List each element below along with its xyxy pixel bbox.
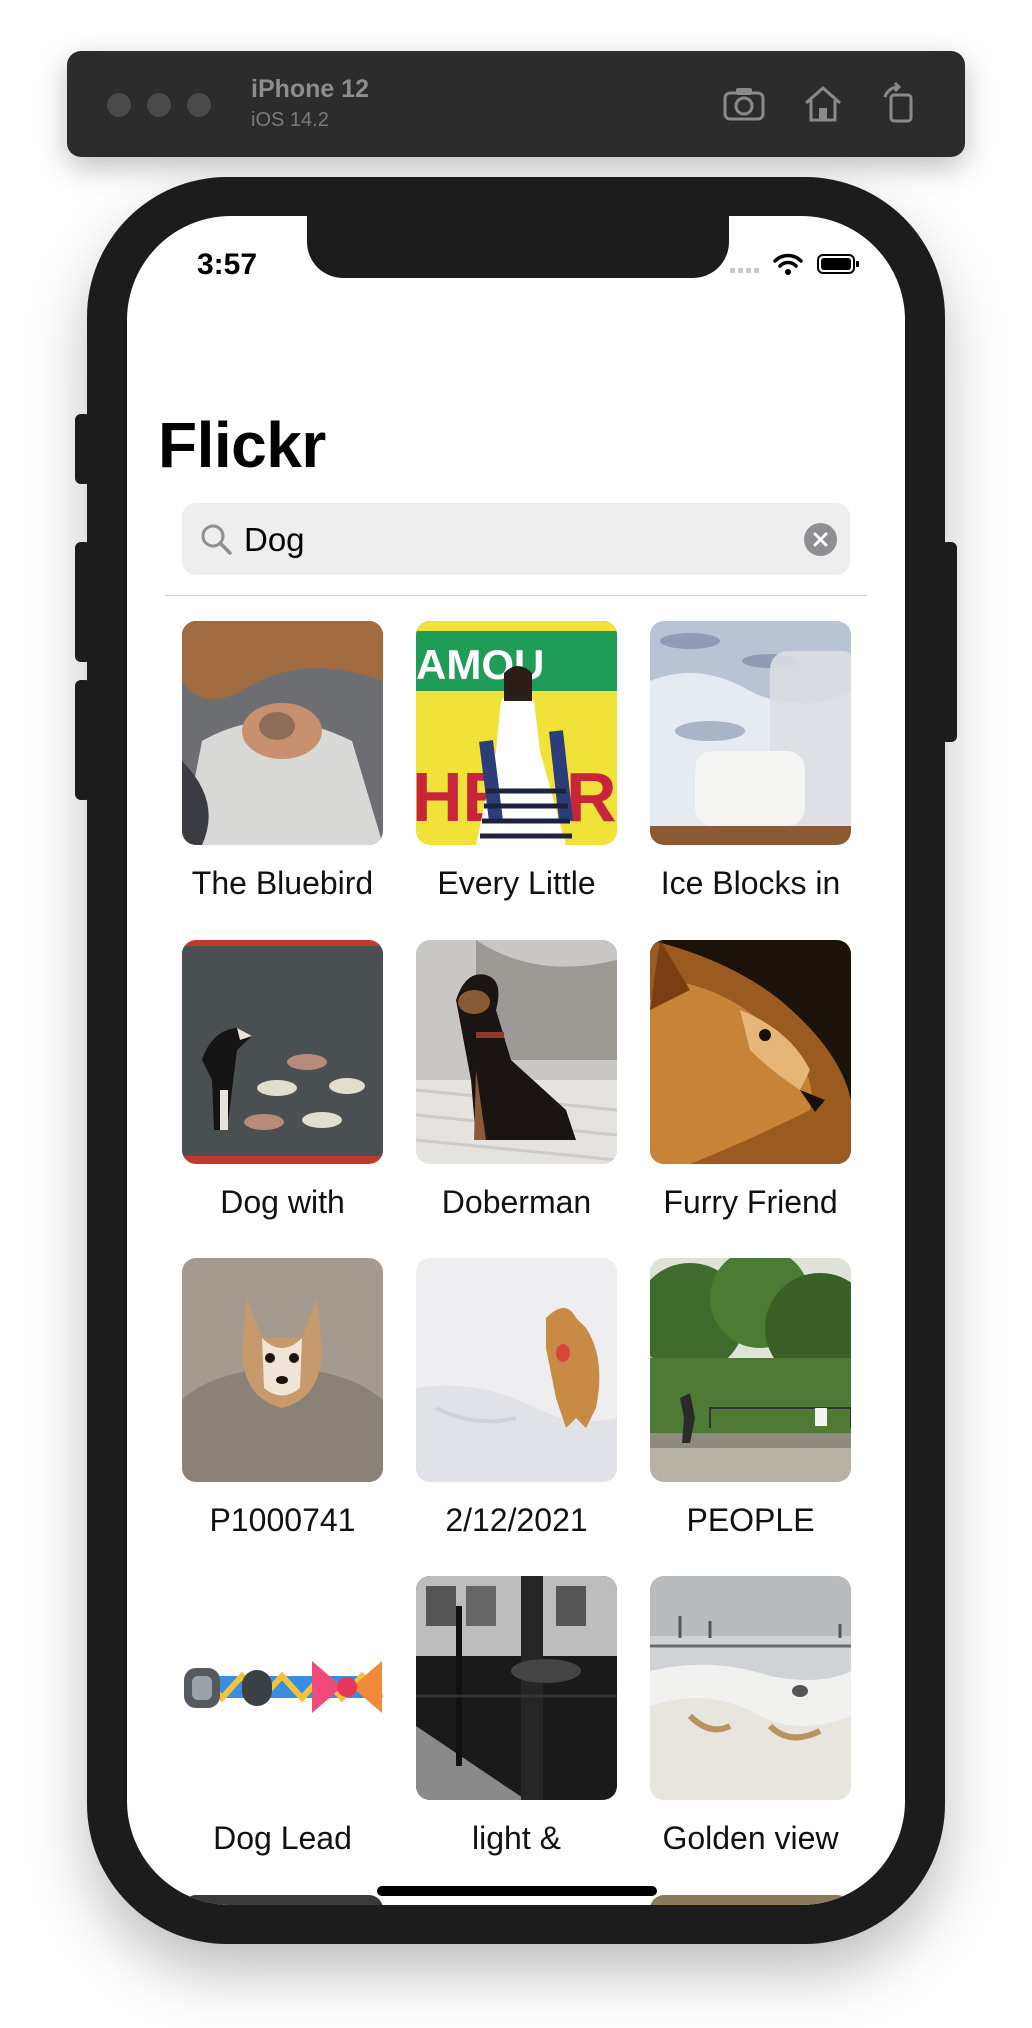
search-input[interactable]: Dog (244, 521, 305, 559)
photo-thumbnail[interactable]: AMOUHERI (416, 621, 617, 845)
photo-thumbnail[interactable] (650, 1576, 851, 1800)
photo-thumbnail[interactable] (650, 621, 851, 845)
photo-thumbnail[interactable] (416, 1258, 617, 1482)
volume-up-button (75, 542, 91, 662)
home-icon[interactable] (798, 79, 848, 129)
photo-thumbnail[interactable] (416, 1576, 617, 1800)
page-title: Flickr (158, 409, 326, 481)
wifi-icon (773, 253, 803, 268)
magnifier-icon (198, 521, 234, 557)
photo-title: Doberman (441, 1184, 592, 1220)
photo-thumbnail[interactable] (182, 1576, 383, 1800)
photo-title: Furry Friend (663, 1184, 838, 1220)
photo-thumbnail[interactable] (416, 940, 617, 1164)
photo-thumbnail[interactable] (650, 1258, 851, 1482)
photo-title: light & (472, 1820, 561, 1856)
photo-title: The Bluebird (191, 865, 374, 901)
simulator-device-name: iPhone 12 (251, 75, 370, 103)
photo-title: P1000741 (209, 1502, 356, 1538)
photo-title: Dog with (220, 1184, 345, 1220)
status-time: 3:57 (197, 248, 258, 281)
volume-down-button (75, 680, 91, 800)
search-field[interactable]: Dog (182, 503, 850, 575)
window-zoom-button[interactable] (187, 93, 211, 117)
power-button (941, 542, 957, 742)
photo-title: Golden view (662, 1820, 839, 1856)
app-screen: 3:57 Flickr Dog The Bluebird AMOU HE R E… (127, 216, 905, 1905)
home-indicator[interactable] (377, 1886, 657, 1896)
svg-text:RI: RI (566, 758, 617, 836)
cellular-icon (730, 268, 759, 273)
photo-thumbnail[interactable] (182, 621, 383, 845)
photo-title: 2/12/2021 (445, 1502, 588, 1538)
simulator-toolbar: iPhone 12 iOS 14.2 (67, 51, 965, 157)
iphone-device-frame: 3:57 Flickr Dog The Bluebird AMOU HE R E… (75, 177, 957, 1944)
status-icons (730, 252, 860, 276)
notch (307, 216, 729, 278)
screenshot-camera-icon[interactable] (719, 79, 769, 129)
photo-thumbnail[interactable] (650, 1895, 851, 1905)
photo-thumbnail[interactable] (182, 1895, 383, 1905)
simulator-os-version: iOS 14.2 (251, 109, 329, 131)
mute-switch (75, 414, 91, 484)
photo-thumbnail[interactable] (182, 940, 383, 1164)
photo-title: Every Little (437, 865, 596, 901)
photo-thumbnail[interactable] (650, 940, 851, 1164)
rotate-icon[interactable] (875, 79, 925, 129)
photo-title: PEOPLE (686, 1502, 815, 1538)
photo-thumbnail[interactable] (182, 1258, 383, 1482)
photo-title: Ice Blocks in (660, 865, 841, 901)
photo-title: Dog Lead (213, 1820, 352, 1856)
window-minimize-button[interactable] (147, 93, 171, 117)
battery-icon (817, 254, 859, 274)
clear-x-icon[interactable] (804, 523, 837, 556)
divider (165, 595, 867, 596)
window-close-button[interactable] (107, 93, 131, 117)
